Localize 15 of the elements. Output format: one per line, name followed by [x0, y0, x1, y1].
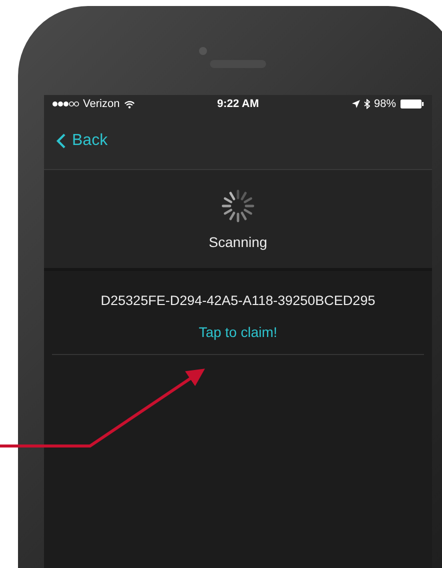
- back-button[interactable]: Back: [52, 128, 112, 154]
- bluetooth-icon: [364, 99, 370, 109]
- scanning-status: Scanning: [208, 234, 268, 250]
- location-arrow-icon: [352, 100, 360, 108]
- device-uuid: D25325FE-D294-42A5-A118-39250BCED295: [100, 293, 376, 308]
- chevron-left-icon: [56, 133, 66, 149]
- status-time: 9:22 AM: [217, 98, 259, 110]
- claim-link[interactable]: Tap to claim!: [198, 324, 278, 340]
- battery-icon: [400, 99, 424, 109]
- camera-icon: [198, 46, 208, 56]
- carrier-label: Verizon: [83, 98, 120, 110]
- wifi-icon: [124, 100, 135, 108]
- battery-percent: 98%: [374, 98, 396, 110]
- signal-strength-icon: [52, 101, 79, 107]
- loading-spinner-icon: [220, 188, 256, 224]
